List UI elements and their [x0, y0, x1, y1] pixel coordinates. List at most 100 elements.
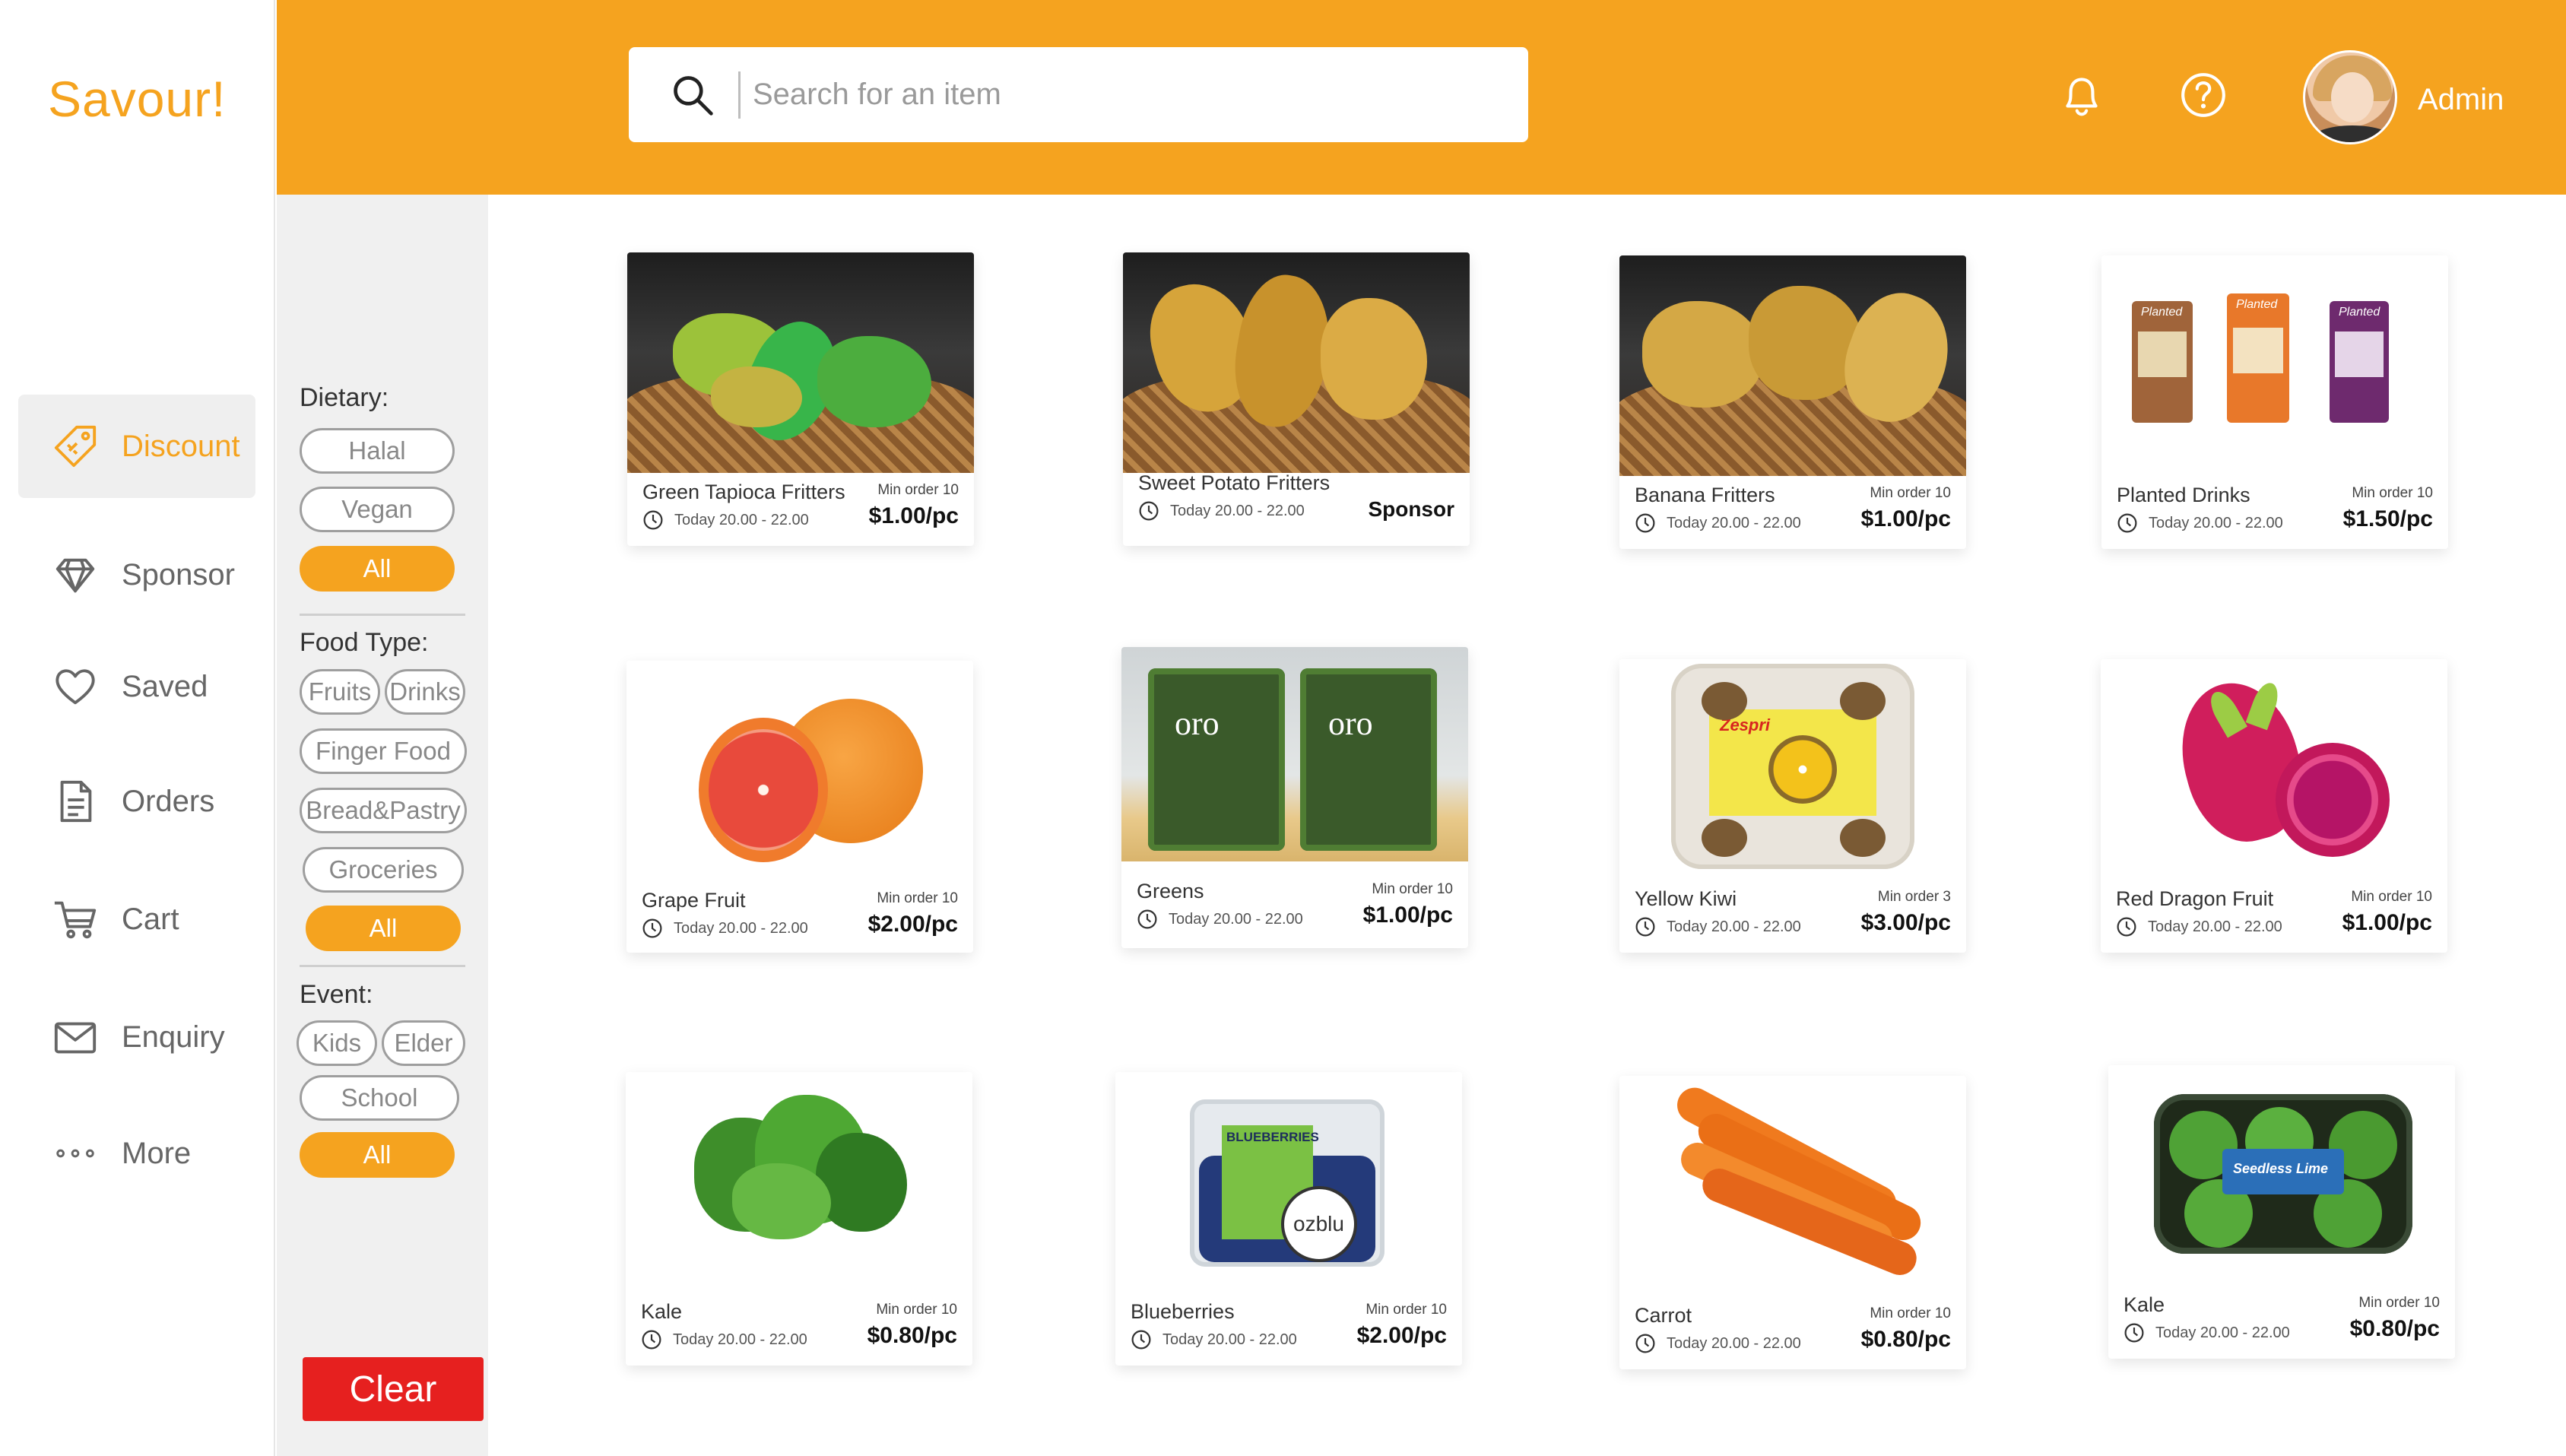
- product-card[interactable]: Grape Fruit Today 20.00 - 22.00 Min orde…: [626, 661, 973, 953]
- filter-panel: Dietary: Halal Vegan All Food Type: Frui…: [277, 195, 488, 1456]
- sidebar-item-label: Saved: [122, 669, 208, 703]
- product-card[interactable]: Green Tapioca Fritters Today 20.00 - 22.…: [627, 252, 974, 546]
- product-card[interactable]: Zespri Yellow Kiwi Today 20.00 - 22.00 M…: [1619, 659, 1966, 953]
- lime-label-text: Seedless Lime: [2233, 1161, 2329, 1176]
- filter-chip-elder[interactable]: Elder: [382, 1020, 465, 1066]
- clear-button[interactable]: Clear: [303, 1357, 484, 1421]
- clock-icon: [1137, 909, 1157, 929]
- sidebar-item-orders[interactable]: Orders: [18, 750, 255, 853]
- sidebar-item-enquiry[interactable]: Enquiry: [18, 985, 255, 1089]
- product-card[interactable]: Banana Fritters Today 20.00 - 22.00 Min …: [1619, 255, 1966, 549]
- product-image: Zespri: [1619, 659, 1966, 880]
- product-time-text: Today 20.00 - 22.00: [1170, 502, 1305, 519]
- filter-chip-dietary-all[interactable]: All: [300, 546, 455, 592]
- product-name: Kale: [641, 1300, 683, 1323]
- product-price: $0.80/pc: [867, 1323, 957, 1348]
- sidebar-item-saved[interactable]: Saved: [18, 635, 255, 738]
- filter-chip-finger-food[interactable]: Finger Food: [300, 728, 467, 774]
- product-time-text: Today 20.00 - 22.00: [1162, 1331, 1297, 1348]
- product-price: $1.00/pc: [2342, 910, 2432, 935]
- product-min-order: Min order 10: [1870, 1305, 1951, 1321]
- help-icon[interactable]: [2178, 70, 2228, 120]
- sidebar-item-cart[interactable]: Cart: [18, 868, 255, 971]
- search-icon[interactable]: [670, 72, 715, 118]
- product-time: Today 20.00 - 22.00: [642, 509, 809, 531]
- product-image: [626, 1072, 972, 1293]
- product-price: $2.00/pc: [867, 912, 958, 937]
- product-card[interactable]: Red Dragon Fruit Today 20.00 - 22.00 Min…: [2101, 659, 2447, 953]
- product-min-order: Min order 10: [1365, 1302, 1447, 1318]
- sidebar-item-label: Orders: [122, 784, 215, 818]
- product-min-order: Min order 10: [2352, 485, 2433, 501]
- product-price: $1.50/pc: [2342, 506, 2433, 531]
- product-name: Planted Drinks: [2117, 484, 2250, 506]
- product-image: [626, 661, 973, 881]
- product-min-order: Min order 10: [1870, 485, 1951, 501]
- product-name: Banana Fritters: [1635, 484, 1775, 506]
- search-input[interactable]: [753, 78, 1437, 112]
- product-time-text: Today 20.00 - 22.00: [2149, 514, 2283, 531]
- product-time: Today 20.00 - 22.00: [1635, 512, 1801, 534]
- avatar-face: [2331, 72, 2374, 122]
- sidebar-item-more[interactable]: More: [18, 1102, 255, 1205]
- product-name: Sweet Potato Fritters: [1138, 471, 1331, 494]
- product-card[interactable]: Sweet Potato Fritters Today 20.00 - 22.0…: [1123, 252, 1470, 546]
- sidebar-item-sponsor[interactable]: Sponsor: [18, 523, 255, 626]
- product-card[interactable]: Kale Today 20.00 - 22.00 Min order 10 $0…: [626, 1072, 972, 1366]
- sidebar-item-label: More: [122, 1136, 192, 1170]
- filter-chip-event-all[interactable]: All: [300, 1132, 455, 1178]
- sidebar-item-discount[interactable]: Discount: [18, 395, 255, 498]
- more-icon: [49, 1127, 102, 1180]
- drink-brand-text: Planted: [2236, 298, 2278, 311]
- product-time: Today 20.00 - 22.00: [2116, 916, 2282, 937]
- avatar-shirt: [2310, 125, 2395, 142]
- document-icon: [49, 775, 102, 828]
- product-card[interactable]: oro oro Greens Today 20.00 - 22.00 Min o…: [1121, 647, 1468, 948]
- product-image: [1619, 255, 1966, 476]
- filter-chip-halal[interactable]: Halal: [300, 428, 455, 474]
- product-card[interactable]: BLUEBERRIES ozblu Blueberries Today 20.0…: [1115, 1072, 1462, 1366]
- product-image: Planted Planted Planted: [2101, 255, 2448, 476]
- diamond-icon: [49, 548, 102, 601]
- avatar[interactable]: [2303, 50, 2397, 144]
- clock-icon: [1131, 1330, 1151, 1350]
- product-image: Seedless Lime: [2108, 1065, 2455, 1286]
- product-price: $3.00/pc: [1860, 910, 1951, 935]
- product-min-order: Min order 10: [877, 482, 959, 498]
- product-min-order: Min order 10: [876, 1302, 957, 1318]
- product-image: [627, 252, 974, 473]
- product-min-order: Min order 10: [877, 890, 958, 906]
- product-time-text: Today 20.00 - 22.00: [1667, 1334, 1801, 1352]
- clock-icon: [1139, 501, 1159, 521]
- product-time: Today 20.00 - 22.00: [1635, 1333, 1801, 1354]
- search-bar: [629, 47, 1528, 142]
- filter-chip-vegan[interactable]: Vegan: [300, 487, 455, 532]
- filter-chip-fruits[interactable]: Fruits: [300, 669, 380, 715]
- app-logo[interactable]: Savour!: [48, 70, 226, 128]
- product-time-text: Today 20.00 - 22.00: [1169, 910, 1303, 928]
- filter-chip-food-type-all[interactable]: All: [306, 906, 461, 951]
- product-image: [1123, 252, 1470, 473]
- filter-chip-drinks[interactable]: Drinks: [385, 669, 465, 715]
- product-time-text: Today 20.00 - 22.00: [674, 919, 808, 937]
- filter-chip-groceries[interactable]: Groceries: [303, 847, 464, 893]
- sidebar-item-label: Discount: [122, 429, 240, 463]
- bell-icon[interactable]: [2057, 70, 2107, 120]
- filter-chip-kids[interactable]: Kids: [297, 1020, 377, 1066]
- product-price: $0.80/pc: [1860, 1327, 1951, 1352]
- user-name[interactable]: Admin: [2418, 83, 2504, 117]
- product-time-text: Today 20.00 - 22.00: [674, 511, 809, 528]
- filter-heading-event: Event:: [300, 980, 373, 1009]
- sidebar-item-label: Cart: [122, 902, 179, 936]
- product-card[interactable]: Planted Planted Planted Planted Drinks T…: [2101, 255, 2448, 549]
- product-image: BLUEBERRIES ozblu: [1115, 1072, 1462, 1293]
- filter-chip-school[interactable]: School: [300, 1075, 459, 1121]
- product-card[interactable]: Carrot Today 20.00 - 22.00 Min order 10 …: [1619, 1076, 1966, 1369]
- product-min-order: Min order 10: [1372, 881, 1453, 897]
- product-card[interactable]: Seedless Lime Kale Today 20.00 - 22.00 M…: [2108, 1065, 2455, 1359]
- product-price: $1.00/pc: [1860, 506, 1951, 531]
- product-name: Carrot: [1635, 1304, 1692, 1327]
- filter-chip-bread-pastry[interactable]: Bread&Pastry: [300, 788, 467, 833]
- filter-heading-dietary: Dietary:: [300, 383, 389, 412]
- product-time: Today 20.00 - 22.00: [641, 1329, 807, 1350]
